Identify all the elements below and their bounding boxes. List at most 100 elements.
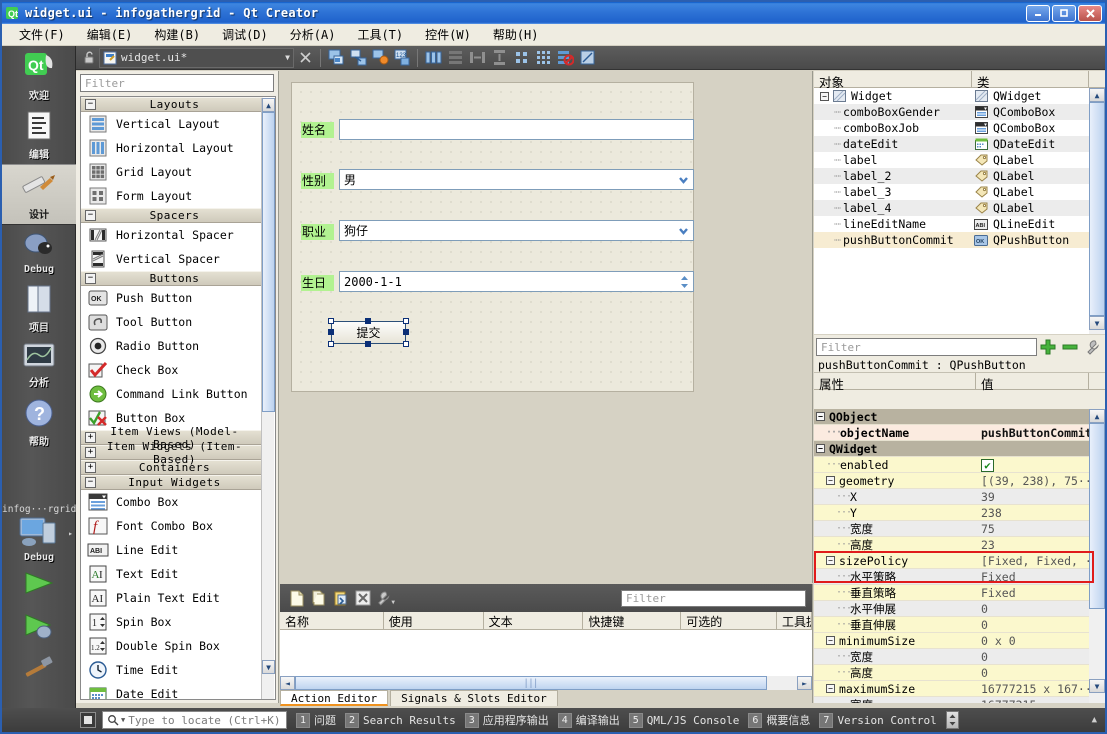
widget-box-item[interactable]: Command Link Button (81, 382, 263, 406)
property-row[interactable]: − maximumSize 16777215 x 167··· (814, 681, 1089, 697)
scroll-left-icon[interactable]: ◄ (280, 676, 295, 690)
property-row[interactable]: −sizePolicy [Fixed, Fixed, ··· (814, 553, 1089, 569)
action-filter-input[interactable]: Filter (621, 589, 806, 607)
widget-box-item[interactable]: Vertical Spacer (81, 247, 263, 271)
expander-icon[interactable]: − (85, 99, 96, 110)
chevron-down-icon[interactable] (675, 171, 692, 188)
scroll-thumb[interactable]: │││ (295, 676, 767, 690)
action-horizontal-scrollbar[interactable]: ◄ │││ ► (280, 676, 812, 690)
paste-icon[interactable] (331, 588, 351, 608)
object-column-header-1[interactable]: 类 (972, 71, 1089, 90)
property-row[interactable]: ··· 水平策略 Fixed (814, 569, 1089, 585)
property-row[interactable]: ··· 垂直伸展 0 (814, 617, 1089, 633)
minus-icon[interactable] (1060, 337, 1080, 357)
property-row[interactable]: ··· 高度 0 (814, 665, 1089, 681)
object-row[interactable]: ┈ label_4 QLabel (814, 200, 1089, 216)
signals-slots-icon[interactable] (348, 48, 368, 68)
form-combobox-gender[interactable]: 男 (339, 169, 694, 190)
object-row[interactable]: ┈ label_2 QLabel (814, 168, 1089, 184)
property-row[interactable]: ··· objectName pushButtonCommit (814, 425, 1089, 441)
property-row-value-cell[interactable]: 0 (976, 650, 1089, 664)
widget-box-group-5[interactable]: + Containers (81, 460, 263, 475)
edit-widgets-icon[interactable] (326, 48, 346, 68)
mode-projects-book[interactable]: 项目 (2, 278, 76, 337)
menu-item-7[interactable]: 帮助(H) (482, 23, 550, 46)
property-row-value-cell[interactable]: Fixed (976, 570, 1089, 584)
scroll-up-icon[interactable]: ▲ (1089, 409, 1105, 423)
chevron-down-icon[interactable]: ▼ (391, 599, 395, 606)
property-row[interactable]: ··· 高度 23 (814, 537, 1089, 553)
property-row-value-cell[interactable]: 23 (976, 538, 1089, 552)
chevron-down-icon[interactable]: ▼ (121, 716, 125, 724)
property-row-value-cell[interactable]: 0 x 0 (976, 634, 1089, 648)
expander-icon[interactable]: − (816, 412, 825, 421)
property-row[interactable]: ··· 宽度 75 (814, 521, 1089, 537)
property-row[interactable]: − QWidget (814, 441, 1089, 457)
expander-icon[interactable]: − (826, 556, 835, 565)
widget-box-item[interactable]: Horizontal Spacer (81, 223, 263, 247)
expander-icon[interactable]: − (85, 477, 96, 488)
debug-button[interactable] (2, 606, 76, 649)
form-combobox-job[interactable]: 狗仔 (339, 220, 694, 241)
mode-document-edit[interactable]: 编辑 (2, 105, 76, 164)
form-dateedit-birthday[interactable]: 2000-1-1 (339, 271, 694, 292)
break-layout-icon[interactable] (555, 48, 575, 68)
widget-box-item[interactable]: Horizontal Layout (81, 136, 263, 160)
widget-box-item[interactable]: Vertical Layout (81, 112, 263, 136)
widget-box-item[interactable]: Combo Box (81, 490, 263, 514)
form-designer-canvas[interactable]: 姓名 性别 男 职业 狗仔 生日 2000-1-1 提交 (280, 71, 813, 583)
widget-box-item[interactable]: ABI Line Edit (81, 538, 263, 562)
property-row-value-cell[interactable]: 0 (976, 618, 1089, 632)
widget-box-item[interactable]: Grid Layout (81, 160, 263, 184)
menu-item-6[interactable]: 控件(W) (414, 23, 482, 46)
object-row[interactable]: ┈ label QLabel (814, 152, 1089, 168)
action-column-header-1[interactable]: 使用 (384, 612, 484, 629)
minimize-button[interactable] (1026, 4, 1050, 22)
close-button[interactable] (1078, 4, 1102, 22)
widget-box-item[interactable]: Tool Button (81, 310, 263, 334)
menu-item-2[interactable]: 构建(B) (143, 23, 211, 46)
property-row-value-cell[interactable]: pushButtonCommit (976, 426, 1089, 440)
object-inspector-tree[interactable]: − Widget QWidget ┈ comboBoxGender QComboBox ┈ c… (814, 88, 1089, 334)
output-button-7[interactable]: 7 Version Control (819, 712, 937, 728)
output-button-1[interactable]: 1 问题 (296, 712, 336, 728)
scroll-right-icon[interactable]: ► (797, 676, 812, 690)
property-row-value-cell[interactable]: 39 (976, 490, 1089, 504)
output-button-3[interactable]: 3 应用程序输出 (464, 712, 549, 728)
menu-item-1[interactable]: 编辑(E) (76, 23, 144, 46)
locator-toggle-button[interactable] (80, 712, 96, 728)
scroll-thumb[interactable] (1089, 102, 1105, 316)
action-column-header-5[interactable]: 工具提 (777, 612, 812, 629)
expander-icon[interactable]: − (826, 636, 835, 645)
widget-box-item[interactable]: 1.2 Double Spin Box (81, 634, 263, 658)
copy-icon[interactable] (309, 588, 329, 608)
layout-horizontal-icon[interactable] (423, 48, 443, 68)
widget-box-item[interactable]: 1 Spin Box (81, 610, 263, 634)
widget-box-filter[interactable]: Filter (80, 74, 274, 92)
form-label-birthday[interactable]: 生日 (301, 275, 334, 291)
property-row[interactable]: − geometry [(39, 238), 75··· (814, 473, 1089, 489)
adjust-size-icon[interactable] (577, 48, 597, 68)
action-column-header-2[interactable]: 文本 (484, 612, 584, 629)
layout-form-icon[interactable] (511, 48, 531, 68)
locator-input[interactable]: ▼ Type to locate (Ctrl+K) (102, 711, 287, 729)
property-row-value-cell[interactable]: [Fixed, Fixed, ··· (976, 554, 1089, 568)
open-file-combo[interactable]: widget.ui* ▼ (99, 47, 294, 68)
property-row[interactable]: ··· 宽度 0 (814, 649, 1089, 665)
object-row[interactable]: ┈ comboBoxJob QComboBox (814, 120, 1089, 136)
expander-icon[interactable]: + (85, 447, 96, 458)
expander-icon[interactable]: − (826, 684, 835, 693)
property-row[interactable]: ··· 水平伸展 0 (814, 601, 1089, 617)
delete-x-icon[interactable] (353, 588, 373, 608)
buddies-icon[interactable] (370, 48, 390, 68)
property-row[interactable]: ··· enabled ✔ (814, 457, 1089, 473)
resize-handle-tr[interactable] (403, 318, 409, 324)
scroll-down-icon[interactable]: ▼ (1089, 316, 1105, 330)
resize-handle-ml[interactable] (328, 329, 334, 335)
output-button-2[interactable]: 2 Search Results (345, 712, 456, 728)
widget-box-item[interactable]: Time Edit (81, 658, 263, 682)
widget-box-group-1[interactable]: − Spacers (81, 208, 263, 223)
form-label-name[interactable]: 姓名 (301, 122, 334, 138)
form-lineedit-name[interactable] (339, 119, 694, 140)
menu-item-0[interactable]: 文件(F) (8, 23, 76, 46)
